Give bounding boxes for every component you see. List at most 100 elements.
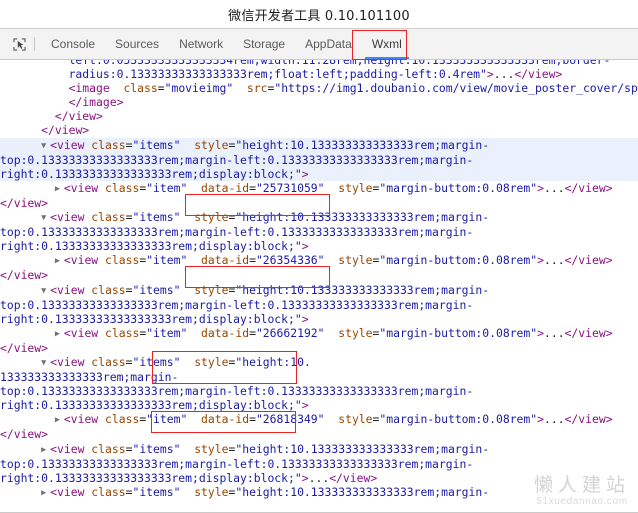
inspect-element-button[interactable] <box>4 29 34 59</box>
code-line[interactable]: ▶ <view class="item" data-id="26662192" s… <box>0 326 638 341</box>
code-line[interactable]: ▼ <view class="items" style="height:10. <box>0 355 638 370</box>
code-token: "movieimg" <box>164 81 234 96</box>
code-line[interactable]: </view> <box>0 268 638 282</box>
code-token: "items" <box>132 210 181 225</box>
tab-label: Sources <box>115 37 160 51</box>
code-token: = <box>157 81 165 96</box>
code-token: class <box>84 484 126 499</box>
code-line[interactable]: right:0.13333333333333333rem;display:blo… <box>0 239 638 253</box>
code-token: "items" <box>132 282 181 297</box>
code-line[interactable]: right:0.13333333333333333rem;display:blo… <box>0 166 638 181</box>
code-token: <view <box>50 441 85 456</box>
code-line[interactable]: ▼ <view class="items" style="height:10.13… <box>0 210 638 225</box>
code-token: > <box>537 253 544 268</box>
code-token: > <box>486 67 494 82</box>
expand-triangle-icon[interactable]: ▶ <box>55 327 64 341</box>
code-token: "margin-buttom:0.08rem" <box>379 180 538 195</box>
tab-label: Console <box>51 37 96 51</box>
code-line[interactable]: 133333333333333rem;margin- <box>0 370 638 384</box>
code-line[interactable]: right:0.13333333333333333rem;display:blo… <box>0 312 638 326</box>
code-token: > <box>537 180 544 195</box>
code-token: = <box>249 180 256 195</box>
tab-label: AppData <box>305 37 352 51</box>
code-token: "items" <box>132 137 181 152</box>
code-token: </view> <box>564 412 613 427</box>
code-line[interactable]: right:0.13333333333333333rem;display:blo… <box>0 471 638 485</box>
collapse-triangle-icon[interactable]: ▼ <box>41 356 50 370</box>
code-line[interactable]: top:0.13333333333333333rem;margin-left:0… <box>0 298 638 312</box>
code-line[interactable]: top:0.13333333333333333rem;margin-left:0… <box>0 152 638 167</box>
code-line[interactable]: ▶ <view class="items" style="height:10.13… <box>0 442 638 457</box>
code-line[interactable]: </view> <box>0 123 638 137</box>
tab-wxml[interactable]: Wxml <box>362 29 412 59</box>
tab-network[interactable]: Network <box>169 29 233 59</box>
code-line[interactable]: ▶ <view class="item" data-id="26354336" s… <box>0 253 638 268</box>
code-line[interactable]: </view> <box>0 341 638 355</box>
collapse-triangle-icon[interactable]: ▼ <box>41 284 50 298</box>
expand-triangle-icon[interactable]: ▶ <box>41 486 50 500</box>
expand-triangle-icon[interactable]: ▶ <box>41 443 50 457</box>
expand-triangle-icon[interactable]: ▶ <box>55 182 64 196</box>
code-token: "height:10.133333333333333rem;margin- <box>235 137 490 152</box>
code-token: data-id <box>187 325 250 340</box>
tab-label: Wxml <box>371 37 402 51</box>
collapse-triangle-icon[interactable]: ▼ <box>41 211 50 225</box>
expand-triangle-icon[interactable]: ▶ <box>55 254 64 268</box>
code-token: </view> <box>0 340 49 355</box>
code-token: data-id <box>187 253 250 268</box>
code-token: </view> <box>329 470 378 485</box>
code-line[interactable]: radius:0.13333333333333333rem;float:left… <box>0 67 638 81</box>
collapse-triangle-icon[interactable]: ▼ <box>41 139 50 153</box>
code-line[interactable]: top:0.13333333333333333rem;margin-left:0… <box>0 457 638 471</box>
code-token: top:0.13333333333333333rem;margin-left:0… <box>0 297 474 312</box>
code-token: ... <box>543 325 565 340</box>
code-token: data-id <box>187 412 250 427</box>
code-token: > <box>301 239 309 254</box>
code-line[interactable]: </image> <box>0 95 638 109</box>
code-line[interactable]: <image class="movieimg" src="https://img… <box>0 81 638 95</box>
code-token: style <box>180 282 229 297</box>
code-token: = <box>249 412 256 427</box>
code-line[interactable]: top:0.13333333333333333rem;margin-left:0… <box>0 384 638 398</box>
code-line[interactable]: ▶ <view class="items" style="height:10.13… <box>0 485 638 500</box>
code-token: "26818349" <box>255 412 325 427</box>
code-line[interactable]: left:0.05333333333333334rem;width:11.28r… <box>0 60 638 67</box>
code-token: class <box>98 325 140 340</box>
code-token: style <box>324 412 373 427</box>
code-line[interactable]: right:0.13333333333333333rem;display:blo… <box>0 398 638 412</box>
code-token: </view> <box>54 109 103 124</box>
tab-sources[interactable]: Sources <box>105 29 169 59</box>
code-token: class <box>84 354 126 369</box>
code-token: "26662192" <box>255 325 325 340</box>
code-token: class <box>98 253 140 268</box>
code-line[interactable]: top:0.13333333333333333rem;margin-left:0… <box>0 225 638 239</box>
wxml-code-panel[interactable]: left:0.05333333333333334rem;width:11.28r… <box>0 60 638 513</box>
code-line[interactable]: ▼ <view class="items" style="height:10.13… <box>0 137 638 153</box>
code-line[interactable]: </view> <box>0 427 638 441</box>
code-token: </view> <box>564 325 613 340</box>
code-token: </view> <box>0 268 49 283</box>
code-token: <view <box>50 282 85 297</box>
tab-appdata[interactable]: AppData <box>295 29 362 59</box>
code-token: "item" <box>146 325 188 340</box>
code-line[interactable]: </view> <box>0 109 638 123</box>
code-token: "height:10.133333333333333rem;margin- <box>235 282 490 297</box>
tab-console[interactable]: Console <box>41 29 105 59</box>
expand-triangle-icon[interactable]: ▶ <box>55 413 64 427</box>
code-line[interactable]: ▼ <view class="items" style="height:10.13… <box>0 283 638 298</box>
code-token: src <box>233 81 268 96</box>
code-token: <view <box>50 354 85 369</box>
code-line[interactable]: ▶ <view class="item" data-id="25731059" s… <box>0 181 638 196</box>
code-token: </view> <box>514 67 563 82</box>
tab-storage[interactable]: Storage <box>233 29 295 59</box>
code-line[interactable]: </view> <box>0 196 638 210</box>
code-line[interactable]: ▶ <view class="item" data-id="26818349" s… <box>0 412 638 427</box>
code-token: style <box>324 253 373 268</box>
code-token: "26354336" <box>255 253 325 268</box>
code-token: <view <box>50 137 85 152</box>
code-token: style <box>324 325 373 340</box>
